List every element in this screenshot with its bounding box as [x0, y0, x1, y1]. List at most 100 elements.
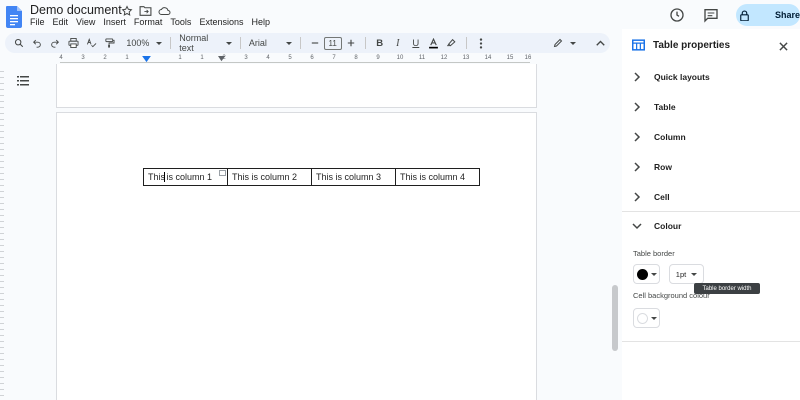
paragraph-style-select[interactable]: Normal text — [176, 33, 235, 53]
more-options-icon[interactable] — [473, 34, 489, 52]
hide-menus-icon[interactable] — [593, 34, 609, 52]
table-cell[interactable]: This is column 2 — [227, 168, 312, 186]
menu-bar: File Edit View Insert Format Tools Exten… — [29, 17, 277, 27]
editing-mode-select[interactable] — [550, 34, 579, 52]
toolbar-divider — [170, 37, 172, 49]
border-width-button[interactable]: 1pt — [669, 264, 704, 284]
column-marker-icon[interactable] — [218, 56, 225, 63]
chevron-down-icon — [225, 41, 232, 45]
paragraph-style-value: Normal text — [179, 33, 209, 53]
table-row: This is column 1 This is column 2 This i… — [143, 168, 480, 186]
cell-text: This is column 3 — [316, 172, 382, 182]
document-title[interactable]: Demo document — [30, 3, 122, 17]
chevron-down-icon — [650, 272, 657, 276]
table-cell[interactable]: This is column 1 — [143, 168, 228, 186]
italic-icon[interactable]: I — [390, 34, 406, 52]
increase-font-size-icon[interactable] — [343, 34, 359, 52]
border-color-button[interactable] — [633, 264, 660, 284]
menu-insert[interactable]: Insert — [102, 17, 130, 27]
print-icon[interactable] — [65, 34, 81, 52]
menu-extensions[interactable]: Extensions — [198, 17, 247, 27]
history-icon[interactable] — [668, 6, 686, 24]
table-border-label: Table border — [633, 249, 675, 258]
chevron-right-icon — [632, 132, 642, 142]
font-value: Arial — [248, 38, 267, 48]
close-icon[interactable] — [778, 41, 788, 51]
section-row[interactable]: Row — [632, 152, 800, 182]
menu-edit[interactable]: Edit — [52, 17, 73, 27]
border-color-swatch — [636, 268, 648, 280]
docs-logo-icon[interactable] — [6, 6, 22, 28]
zoom-value: 100% — [126, 38, 150, 48]
section-column[interactable]: Column — [632, 122, 800, 152]
move-folder-icon[interactable] — [139, 4, 152, 17]
ruler-number: 9 — [376, 55, 380, 61]
document-outline-icon[interactable] — [17, 76, 29, 86]
table-cell[interactable]: This is column 3 — [311, 168, 396, 186]
ruler-number: 6 — [310, 55, 314, 61]
cell-menu-icon[interactable] — [219, 170, 226, 176]
menu-file[interactable]: File — [29, 17, 49, 27]
section-quick-layouts[interactable]: Quick layouts — [632, 62, 800, 92]
bold-icon[interactable]: B — [372, 34, 388, 52]
star-icon[interactable] — [120, 4, 133, 17]
spellcheck-icon[interactable] — [83, 34, 99, 52]
ruler-number: 4 — [59, 55, 63, 61]
ruler-number: 8 — [354, 55, 358, 61]
ruler-number: 3 — [244, 55, 248, 61]
ruler-number: 4 — [266, 55, 270, 61]
comment-icon[interactable] — [702, 6, 720, 24]
undo-icon[interactable] — [29, 34, 45, 52]
text-color-icon[interactable] — [426, 34, 442, 52]
decrease-font-size-icon[interactable] — [307, 34, 323, 52]
cell-text: This is column 1 — [148, 172, 212, 183]
section-table[interactable]: Table — [632, 92, 800, 122]
underline-icon[interactable]: U — [408, 34, 424, 52]
toolbar-divider — [465, 37, 467, 49]
redo-icon[interactable] — [47, 34, 63, 52]
table-cell[interactable]: This is column 4 — [395, 168, 480, 186]
panel-header: Table properties — [632, 39, 730, 51]
document-page[interactable] — [56, 112, 537, 400]
vertical-ruler[interactable] — [0, 66, 4, 400]
chevron-right-icon — [632, 192, 642, 202]
section-label: Table — [654, 102, 676, 112]
section-colour[interactable]: Colour — [632, 211, 800, 241]
zoom-select[interactable]: 100% — [123, 34, 165, 52]
menu-format[interactable]: Format — [133, 17, 167, 27]
cell-background-color-button[interactable] — [633, 308, 660, 328]
section-divider — [622, 341, 800, 342]
menu-view[interactable]: View — [75, 17, 99, 27]
highlight-color-icon[interactable] — [444, 34, 460, 52]
ruler-number: 10 — [396, 55, 404, 61]
cell-background-swatch — [636, 312, 648, 324]
search-menus-icon[interactable] — [11, 34, 27, 52]
section-label: Column — [654, 132, 686, 142]
section-cell[interactable]: Cell — [632, 182, 800, 212]
indent-marker-icon[interactable] — [142, 56, 151, 63]
toolbar-divider — [299, 37, 301, 49]
ruler-number: 16 — [524, 55, 532, 61]
border-width-value: 1pt — [675, 269, 687, 279]
table-properties-panel: Table properties Quick layouts Table Col… — [622, 29, 800, 400]
menu-help[interactable]: Help — [250, 17, 274, 27]
cloud-status-icon[interactable] — [158, 4, 171, 17]
chevron-right-icon — [632, 72, 642, 82]
chevron-down-icon — [691, 272, 698, 276]
toolbar-divider — [364, 37, 366, 49]
document-table[interactable]: This is column 1 This is column 2 This i… — [143, 168, 480, 186]
ruler-number: 1 — [178, 55, 182, 61]
menu-tools[interactable]: Tools — [169, 17, 195, 27]
chevron-down-icon — [632, 221, 642, 231]
pencil-icon — [553, 38, 563, 48]
vertical-scrollbar[interactable] — [612, 285, 618, 351]
toolbar-divider — [239, 37, 241, 49]
font-select[interactable]: Arial — [246, 34, 295, 52]
ruler-number: 7 — [332, 55, 336, 61]
ruler-number: 14 — [484, 55, 492, 61]
document-page[interactable] — [56, 64, 537, 108]
paint-format-icon[interactable] — [101, 34, 117, 52]
font-size-input[interactable]: 11 — [323, 36, 342, 50]
chevron-right-icon — [632, 102, 642, 112]
share-button[interactable]: Share — [736, 4, 800, 26]
